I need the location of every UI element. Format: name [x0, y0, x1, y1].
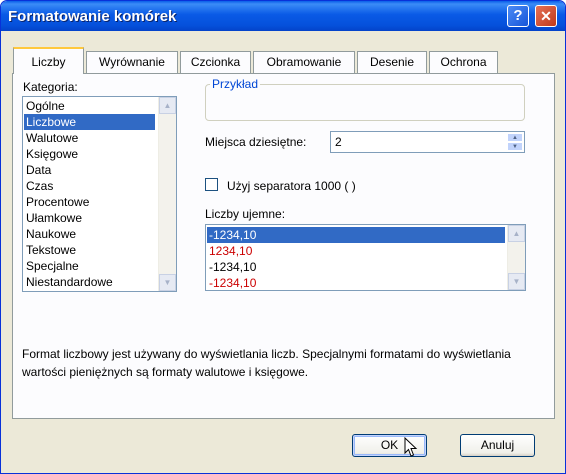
spin-up-icon[interactable]: ▲: [507, 133, 523, 142]
tab-ochrona[interactable]: Ochrona: [429, 51, 498, 73]
category-item-walutowe[interactable]: Walutowe: [24, 130, 157, 146]
separator-checkbox[interactable]: [205, 178, 218, 191]
negative-item-2[interactable]: 1234,10: [207, 243, 505, 259]
tab-liczby[interactable]: Liczby: [13, 47, 84, 74]
tab-czcionka[interactable]: Czcionka: [180, 51, 251, 73]
spin-down-icon[interactable]: ▼: [507, 142, 523, 151]
category-item-specjalne[interactable]: Specjalne: [24, 258, 157, 274]
category-item-naukowe[interactable]: Naukowe: [24, 226, 157, 242]
negative-scrollbar[interactable]: ▲ ▼: [507, 225, 525, 290]
scroll-up-icon[interactable]: ▲: [159, 97, 176, 114]
category-item-niestandardowe[interactable]: Niestandardowe: [24, 274, 157, 290]
category-item-procentowe[interactable]: Procentowe: [24, 194, 157, 210]
help-button[interactable]: ?: [507, 5, 529, 27]
format-description: Format liczbowy jest używany do wyświetl…: [22, 347, 511, 379]
title-bar[interactable]: Formatowanie komórek ? ✕: [1, 1, 565, 31]
category-item-data[interactable]: Data: [24, 162, 157, 178]
negative-item-1[interactable]: -1234,10: [207, 227, 505, 243]
decimals-spinner[interactable]: 2 ▲ ▼: [330, 131, 525, 153]
category-label: Kategoria:: [23, 80, 78, 94]
tab-obramowanie[interactable]: Obramowanie: [253, 51, 355, 73]
scroll-down-icon[interactable]: ▼: [159, 274, 176, 291]
sample-group-label: Przykład: [210, 77, 261, 91]
category-scrollbar[interactable]: ▲ ▼: [158, 97, 176, 291]
cancel-button[interactable]: Anuluj: [460, 434, 535, 457]
negative-item-3[interactable]: -1234,10: [207, 259, 505, 275]
category-item-ksiegowe[interactable]: Księgowe: [24, 146, 157, 162]
format-cells-dialog: Formatowanie komórek ? ✕ Liczby Wyrównan…: [0, 0, 566, 474]
negative-item-4[interactable]: -1234,10: [207, 275, 505, 290]
negative-listbox[interactable]: -1234,10 1234,10 -1234,10 -1234,10 ▲ ▼: [205, 224, 526, 291]
category-item-tekstowe[interactable]: Tekstowe: [24, 242, 157, 258]
dialog-title: Formatowanie komórek: [8, 8, 177, 25]
scroll-down-icon[interactable]: ▼: [508, 273, 525, 290]
decimals-value[interactable]: 2: [335, 135, 342, 149]
close-button[interactable]: ✕: [535, 5, 557, 27]
category-item-czas[interactable]: Czas: [24, 178, 157, 194]
category-item-liczbowe[interactable]: Liczbowe: [24, 114, 155, 130]
tab-wyrownanie[interactable]: Wyrównanie: [86, 51, 178, 73]
separator-label[interactable]: Użyj separatora 1000 ( ): [227, 179, 356, 193]
decimals-label: Miejsca dziesiętne:: [205, 135, 307, 149]
category-item-ulamkowe[interactable]: Ułamkowe: [24, 210, 157, 226]
category-item-ogolne[interactable]: Ogólne: [24, 98, 157, 114]
category-listbox[interactable]: Ogólne Liczbowe Walutowe Księgowe Data C…: [22, 96, 177, 292]
scroll-up-icon[interactable]: ▲: [508, 225, 525, 242]
negative-label: Liczby ujemne:: [205, 207, 286, 221]
mouse-cursor-icon: [404, 437, 418, 457]
tab-desenie[interactable]: Desenie: [357, 51, 427, 73]
